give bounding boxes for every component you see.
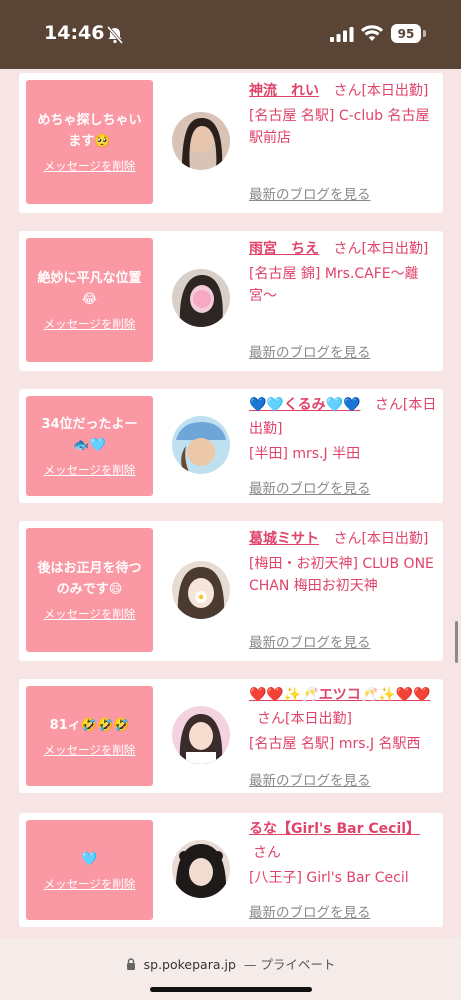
card-info: 神流 れい さん[本日出勤] [名古屋 名駅] C-club 名古屋駅前店 最新… bbox=[249, 79, 439, 207]
blog-link[interactable]: 最新のブログを見る bbox=[249, 477, 371, 497]
blog-link[interactable]: 最新のブログを見る bbox=[249, 769, 371, 789]
message-text: 後はお正月を待つのみです😄 bbox=[37, 561, 142, 597]
battery-indicator: 95 bbox=[391, 24, 421, 43]
delete-message-link[interactable]: メッセージを削除 bbox=[44, 316, 136, 332]
shop-name: [梅田・お初天神] CLUB ONE CHAN 梅田お初天神 bbox=[249, 556, 434, 594]
blog-link[interactable]: 最新のブログを見る bbox=[249, 631, 371, 651]
shop-name: [名古屋 名駅] mrs.J 名駅西 bbox=[249, 736, 421, 752]
address-bar[interactable]: sp.pokepara.jp — プライベート bbox=[0, 938, 461, 1000]
message-text: めちゃ探しちゃいます🥺 bbox=[37, 113, 142, 149]
list-item: 34位だったよー🐟🩵 メッセージを削除 💙🩵くるみ🩵💙 さん[本日出勤] [半田… bbox=[19, 389, 443, 503]
lock-icon bbox=[126, 958, 135, 970]
message-box: 81ィ🤣🤣🤣 メッセージを削除 bbox=[26, 686, 153, 786]
card-info: 葛城ミサト さん[本日出勤] [梅田・お初天神] CLUB ONE CHAN 梅… bbox=[249, 527, 439, 655]
shop-name: [名古屋 名駅] C-club 名古屋駅前店 bbox=[249, 108, 430, 146]
avatar[interactable] bbox=[172, 561, 230, 619]
girl-name-link[interactable]: るな【Girl's Bar Cecil】 bbox=[249, 821, 420, 837]
message-box: めちゃ探しちゃいます🥺 メッセージを削除 bbox=[26, 80, 153, 204]
status-text: さん[本日出勤] bbox=[333, 531, 429, 547]
status-text: さん bbox=[253, 845, 281, 861]
message-box: 34位だったよー🐟🩵 メッセージを削除 bbox=[26, 396, 153, 496]
browsing-mode: — プライベート bbox=[243, 957, 336, 972]
status-text: さん[本日出勤] bbox=[333, 241, 429, 257]
shop-name: [名古屋 錦] Mrs.CAFE〜離宮〜 bbox=[249, 266, 419, 304]
wifi-icon bbox=[361, 25, 383, 41]
avatar[interactable] bbox=[172, 706, 230, 764]
message-text: 34位だったよー🐟🩵 bbox=[41, 417, 138, 453]
message-box: 絶妙に平凡な位置😂 メッセージを削除 bbox=[26, 238, 153, 362]
home-indicator[interactable] bbox=[150, 987, 312, 992]
card-info: 💙🩵くるみ🩵💙 さん[本日出勤] [半田] mrs.J 半田 最新のブログを見る bbox=[249, 393, 439, 497]
shop-name: [半田] mrs.J 半田 bbox=[249, 446, 361, 462]
card-info: ❤️❤️✨🥂エツコ🥂✨❤️❤️ さん[本日出勤] [名古屋 名駅] mrs.J … bbox=[249, 683, 439, 789]
list-item: 絶妙に平凡な位置😂 メッセージを削除 雨宮 ちえ さん[本日出勤] [名古屋 錦… bbox=[19, 231, 443, 371]
girl-name-link[interactable]: ❤️❤️✨🥂エツコ🥂✨❤️❤️ bbox=[249, 687, 430, 703]
list-item: めちゃ探しちゃいます🥺 メッセージを削除 神流 れい さん[本日出勤] [名古屋… bbox=[19, 73, 443, 213]
status-time: 14:46 bbox=[44, 22, 105, 44]
delete-message-link[interactable]: メッセージを削除 bbox=[44, 462, 136, 478]
bell-muted-icon bbox=[106, 26, 124, 44]
delete-message-link[interactable]: メッセージを削除 bbox=[44, 876, 136, 892]
delete-message-link[interactable]: メッセージを削除 bbox=[44, 742, 136, 758]
status-text: さん[本日出勤] bbox=[333, 83, 429, 99]
status-bar: 14:46 95 bbox=[0, 0, 461, 69]
message-box: 🩵 メッセージを削除 bbox=[26, 820, 153, 920]
message-text: 🩵 bbox=[81, 851, 98, 867]
list-item: 81ィ🤣🤣🤣 メッセージを削除 ❤️❤️✨🥂エツコ🥂✨❤️❤️ さん[本日出勤]… bbox=[19, 679, 443, 793]
message-text: 81ィ🤣🤣🤣 bbox=[49, 717, 130, 733]
status-text: さん[本日出勤] bbox=[257, 711, 352, 727]
url-domain: sp.pokepara.jp bbox=[143, 957, 236, 972]
battery-cap bbox=[423, 30, 426, 37]
avatar[interactable] bbox=[172, 840, 230, 898]
delete-message-link[interactable]: メッセージを削除 bbox=[44, 158, 136, 174]
shop-name: [八王子] Girl's Bar Cecil bbox=[249, 870, 409, 886]
scrollbar[interactable] bbox=[455, 621, 458, 663]
list-item: 🩵 メッセージを削除 るな【Girl's Bar Cecil】 さん [八王子]… bbox=[19, 813, 443, 927]
list-item: 後はお正月を待つのみです😄 メッセージを削除 葛城ミサト さん[本日出勤] [梅… bbox=[19, 521, 443, 661]
message-text: 絶妙に平凡な位置😂 bbox=[37, 271, 142, 307]
blog-link[interactable]: 最新のブログを見る bbox=[249, 183, 371, 203]
url-row: sp.pokepara.jp — プライベート bbox=[0, 954, 461, 973]
avatar[interactable] bbox=[172, 112, 230, 170]
girl-name-link[interactable]: 💙🩵くるみ🩵💙 bbox=[249, 397, 360, 413]
avatar[interactable] bbox=[172, 269, 230, 327]
blog-link[interactable]: 最新のブログを見る bbox=[249, 341, 371, 361]
avatar[interactable] bbox=[172, 416, 230, 474]
girl-name-link[interactable]: 神流 れい bbox=[249, 83, 319, 99]
card-info: 雨宮 ちえ さん[本日出勤] [名古屋 錦] Mrs.CAFE〜離宮〜 最新のブ… bbox=[249, 237, 439, 365]
delete-message-link[interactable]: メッセージを削除 bbox=[44, 606, 136, 622]
blog-link[interactable]: 最新のブログを見る bbox=[249, 901, 371, 921]
message-box: 後はお正月を待つのみです😄 メッセージを削除 bbox=[26, 528, 153, 652]
girl-name-link[interactable]: 雨宮 ちえ bbox=[249, 241, 319, 257]
signal-icon bbox=[330, 27, 354, 42]
card-info: るな【Girl's Bar Cecil】 さん [八王子] Girl's Bar… bbox=[249, 817, 439, 921]
girl-name-link[interactable]: 葛城ミサト bbox=[249, 531, 319, 547]
